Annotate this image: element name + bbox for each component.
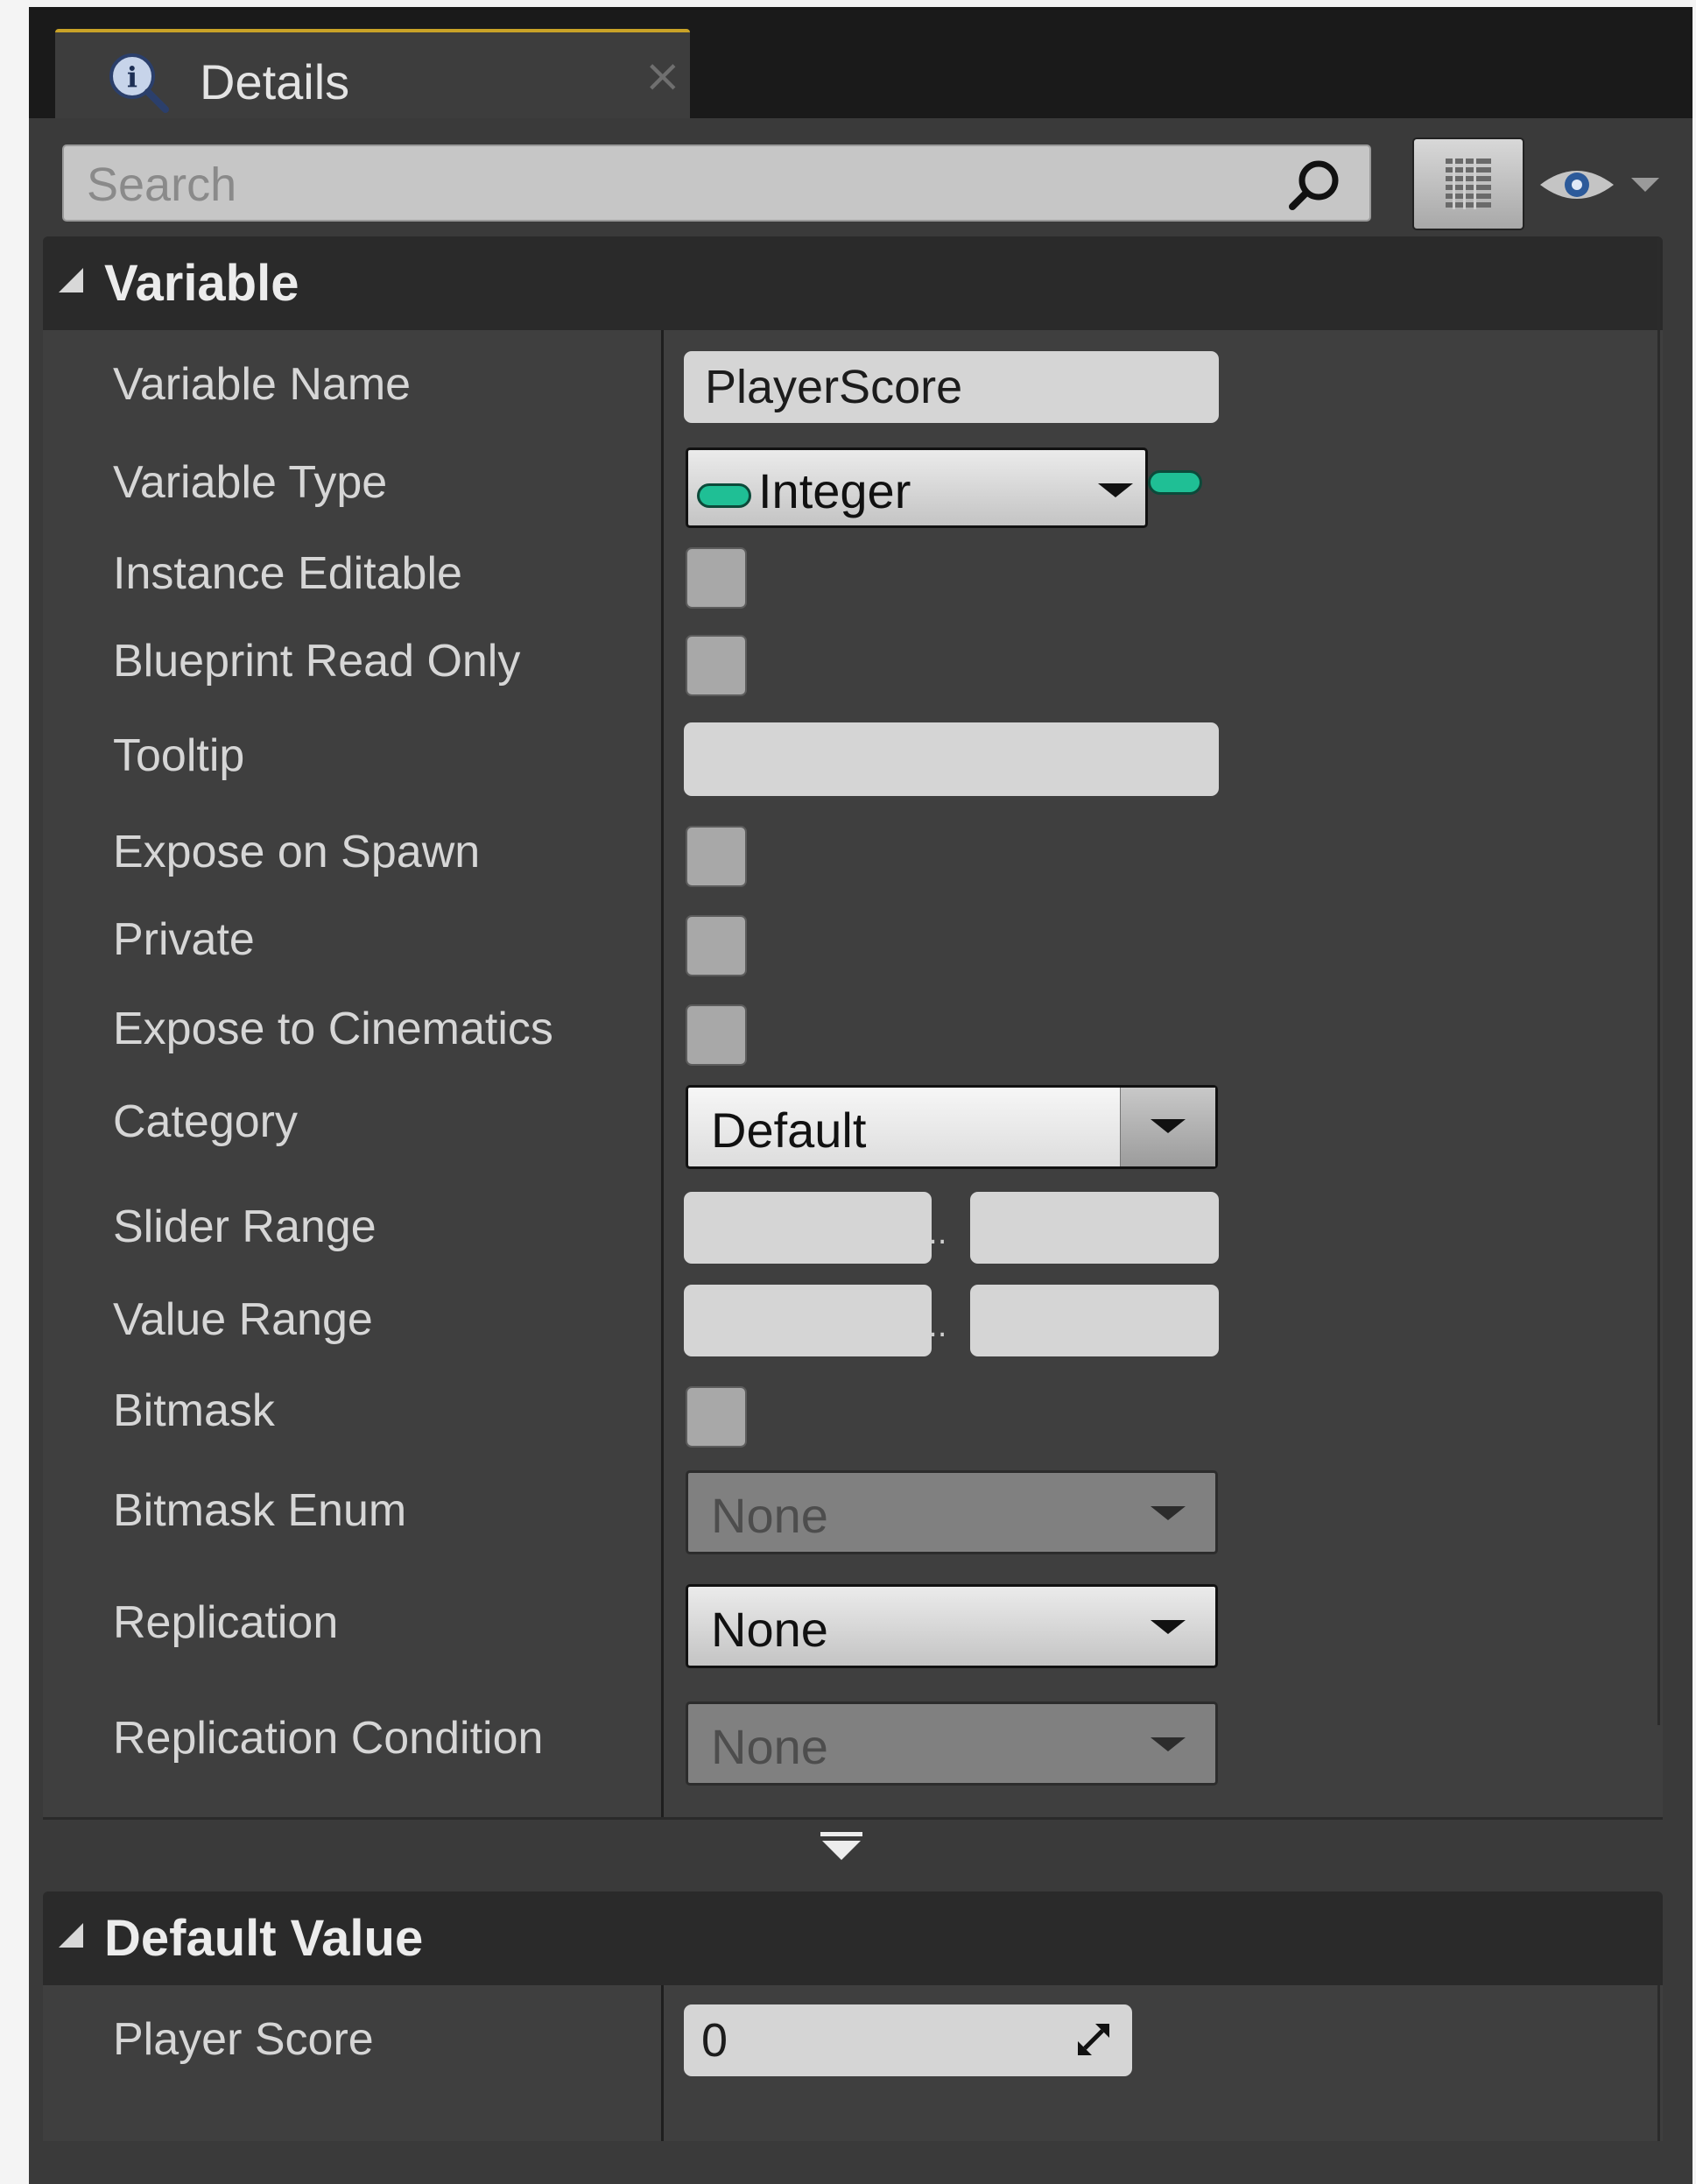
numeric-drag-icon[interactable] <box>1074 2020 1113 2059</box>
default-value-section-body: Player Score 0 <box>43 1985 1663 2141</box>
expand-advanced-icon <box>820 1832 862 1860</box>
slider-range-max-field[interactable] <box>970 1192 1219 1264</box>
category-label: Category <box>113 1096 298 1147</box>
close-icon[interactable]: × <box>644 50 682 102</box>
value-range-min-field[interactable] <box>684 1285 932 1356</box>
details-panel: i Details × Search Variable Variable Nam… <box>29 7 1692 2184</box>
replication-value: None <box>711 1602 828 1657</box>
variable-type-value: Integer <box>758 463 911 518</box>
row-replication-condition: Replication Condition None <box>43 1686 1663 1808</box>
integer-pin-icon <box>697 483 751 508</box>
slider-range-label: Slider Range <box>113 1201 376 1252</box>
row-expose-to-cinematics: Expose to Cinematics <box>43 978 1663 1069</box>
integer-pin-icon <box>1148 470 1202 495</box>
chevron-down-icon <box>1151 1620 1186 1634</box>
category-dropdown[interactable]: Default <box>686 1085 1218 1169</box>
collapse-triangle-icon <box>59 1923 83 1948</box>
bitmask-label: Bitmask <box>113 1385 275 1436</box>
section-title: Variable <box>104 255 299 312</box>
chevron-down-icon <box>1151 1119 1186 1133</box>
value-range-label: Value Range <box>113 1294 373 1345</box>
row-private: Private <box>43 887 1663 978</box>
player-score-value: 0 <box>701 2014 728 2067</box>
search-toolbar <box>29 118 1692 236</box>
expose-on-spawn-label: Expose on Spawn <box>113 827 481 877</box>
chevron-down-icon <box>1151 1737 1186 1751</box>
tooltip-field[interactable] <box>684 722 1219 796</box>
search-input[interactable] <box>85 153 1253 216</box>
row-replication: Replication None <box>43 1572 1663 1686</box>
range-separator: .. <box>928 1216 947 1251</box>
advanced-expand-bar[interactable] <box>43 1817 1663 1878</box>
chevron-down-icon <box>1151 1506 1186 1520</box>
variable-name-label: Variable Name <box>113 359 412 410</box>
replication-label: Replication <box>113 1597 339 1648</box>
collapse-triangle-icon <box>59 268 83 292</box>
row-category: Category Default <box>43 1069 1663 1174</box>
category-value: Default <box>711 1103 867 1158</box>
blueprint-read-only-checkbox[interactable] <box>686 635 747 696</box>
details-info-magnifier-icon: i <box>109 53 169 113</box>
chevron-down-icon <box>1098 483 1133 497</box>
replication-condition-value: None <box>711 1719 828 1774</box>
row-bitmask-enum: Bitmask Enum None <box>43 1458 1663 1572</box>
default-value-section-header[interactable]: Default Value <box>43 1892 1663 1985</box>
view-options-button[interactable] <box>1412 137 1524 230</box>
row-instance-editable: Instance Editable <box>43 521 1663 616</box>
instance-editable-checkbox[interactable] <box>686 547 747 609</box>
variable-name-field[interactable] <box>684 351 1219 423</box>
expose-to-cinematics-checkbox[interactable] <box>686 1004 747 1066</box>
row-slider-range: Slider Range .. <box>43 1174 1663 1271</box>
expose-on-spawn-checkbox[interactable] <box>686 826 747 887</box>
slider-range-min-field[interactable] <box>684 1192 932 1264</box>
replication-dropdown[interactable]: None <box>686 1584 1218 1668</box>
instance-editable-label: Instance Editable <box>113 548 462 599</box>
bitmask-checkbox[interactable] <box>686 1386 747 1448</box>
replication-condition-label: Replication Condition <box>113 1713 544 1764</box>
screen: i Details × Search Variable Variable Nam… <box>0 0 1696 2184</box>
range-separator: .. <box>928 1309 947 1344</box>
blueprint-read-only-label: Blueprint Read Only <box>113 636 521 687</box>
player-score-label: Player Score <box>113 2014 374 2065</box>
row-blueprint-read-only: Blueprint Read Only <box>43 616 1663 703</box>
private-checkbox[interactable] <box>686 915 747 976</box>
svg-text:i: i <box>127 60 137 94</box>
row-value-range: Value Range .. <box>43 1271 1663 1362</box>
row-variable-type: Variable Type Integer <box>43 425 1663 528</box>
player-score-field[interactable]: 0 <box>684 2004 1132 2076</box>
section-title: Default Value <box>104 1910 424 1967</box>
variable-section-body: Variable Name Variable Type Integer Inst… <box>43 238 1663 1817</box>
tab-title: Details <box>200 54 350 109</box>
bitmask-enum-dropdown[interactable]: None <box>686 1470 1218 1554</box>
search-box <box>62 144 1371 222</box>
variable-section-header[interactable]: Variable <box>43 236 1663 330</box>
private-label: Private <box>113 914 255 965</box>
value-range-max-field[interactable] <box>970 1285 1219 1356</box>
variable-type-label: Variable Type <box>113 457 388 508</box>
row-expose-on-spawn: Expose on Spawn <box>43 800 1663 887</box>
visibility-filter-button[interactable] <box>1537 150 1668 220</box>
row-variable-name: Variable Name <box>43 330 1663 425</box>
variable-type-dropdown[interactable]: Integer <box>686 447 1148 528</box>
row-player-score: Player Score 0 <box>43 1985 1663 2099</box>
row-tooltip: Tooltip <box>43 703 1663 800</box>
expose-to-cinematics-label: Expose to Cinematics <box>113 1004 553 1054</box>
category-dropdown-button[interactable] <box>1120 1088 1215 1166</box>
chevron-down-icon <box>1631 178 1659 192</box>
list-view-icon <box>1446 157 1491 209</box>
tab-details[interactable]: i Details × <box>55 29 690 118</box>
bitmask-enum-value: None <box>711 1488 828 1543</box>
eye-icon <box>1540 171 1659 199</box>
search-icon[interactable] <box>1285 157 1343 215</box>
replication-condition-dropdown[interactable]: None <box>686 1701 1218 1786</box>
bitmask-enum-label: Bitmask Enum <box>113 1485 407 1536</box>
tab-bar: i Details × <box>29 7 1692 118</box>
row-bitmask: Bitmask <box>43 1362 1663 1458</box>
tooltip-label: Tooltip <box>113 730 245 781</box>
